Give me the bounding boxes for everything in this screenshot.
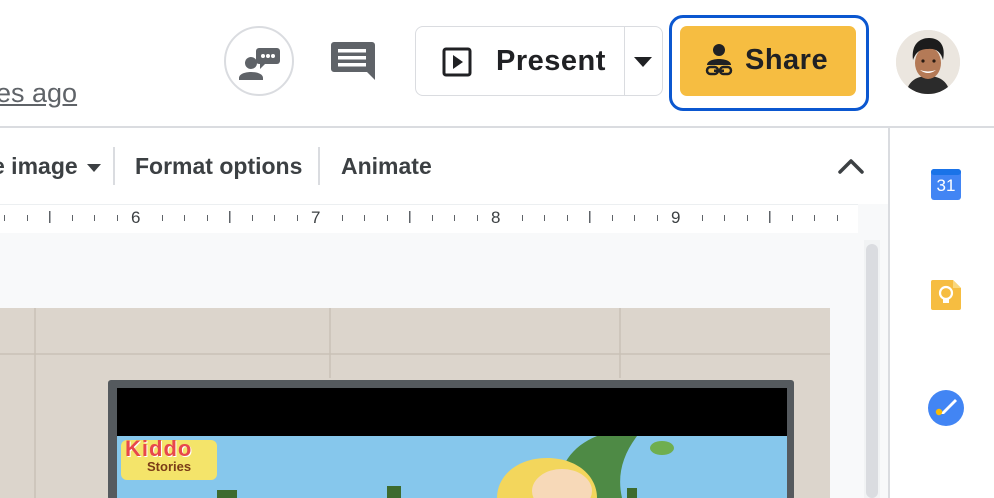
caret-down-icon bbox=[634, 57, 652, 67]
google-keep-icon bbox=[931, 280, 961, 310]
tv-letterbox bbox=[117, 388, 787, 436]
present-slideshow-icon bbox=[442, 47, 472, 77]
present-button-group: Present bbox=[415, 26, 663, 96]
tv-screen-cartoon: Kiddo Stories bbox=[117, 436, 787, 498]
activity-dashboard-button[interactable] bbox=[224, 26, 294, 96]
toolbar-separator bbox=[318, 147, 320, 185]
account-avatar[interactable] bbox=[896, 30, 960, 94]
present-button[interactable]: Present bbox=[416, 27, 624, 95]
selected-slide-image[interactable]: Kiddo Stories bbox=[0, 308, 830, 498]
share-label: Share bbox=[745, 44, 829, 76]
ruler-label: 7 bbox=[311, 208, 321, 227]
calendar-day-label: 31 bbox=[936, 176, 956, 195]
header-divider bbox=[0, 126, 994, 128]
chevron-up-icon bbox=[838, 159, 864, 174]
present-label: Present bbox=[496, 45, 606, 77]
replace-image-label: e image bbox=[0, 153, 78, 179]
last-edit-link[interactable]: es ago bbox=[0, 78, 77, 109]
side-panel-divider bbox=[888, 127, 890, 498]
toolbar-separator bbox=[113, 147, 115, 185]
comment-icon bbox=[331, 42, 375, 80]
caret-down-icon bbox=[87, 163, 102, 172]
horizontal-ruler[interactable]: 6 7 8 9 bbox=[0, 204, 858, 234]
animate-button[interactable]: Animate bbox=[341, 153, 432, 180]
user-photo bbox=[896, 30, 960, 94]
ruler-label: 8 bbox=[491, 208, 501, 227]
comment-button[interactable] bbox=[330, 40, 376, 84]
activity-dashboard-icon bbox=[239, 48, 280, 80]
ruler-corner bbox=[858, 204, 888, 233]
present-options-dropdown[interactable] bbox=[625, 27, 662, 95]
tasks-app-button[interactable] bbox=[928, 390, 964, 426]
kiddo-logo-subtitle: Stories bbox=[147, 459, 192, 474]
vertical-scrollbar-thumb[interactable] bbox=[866, 244, 878, 498]
share-lock-person-icon bbox=[705, 44, 733, 76]
kiddo-logo-title: Kiddo bbox=[125, 436, 193, 461]
collapse-toolbar-button[interactable] bbox=[836, 152, 866, 180]
google-tasks-icon bbox=[928, 390, 964, 426]
keep-app-button[interactable] bbox=[930, 279, 962, 311]
cartoon-scene bbox=[117, 436, 787, 498]
ruler-ticks bbox=[4, 211, 838, 223]
ruler-label: 6 bbox=[131, 208, 141, 227]
replace-image-menu[interactable]: e image bbox=[0, 153, 102, 180]
calendar-app-button[interactable]: 31 bbox=[930, 167, 962, 201]
format-options-button[interactable]: Format options bbox=[135, 153, 302, 180]
ruler-label: 9 bbox=[671, 208, 681, 227]
share-button[interactable]: Share bbox=[680, 26, 856, 96]
